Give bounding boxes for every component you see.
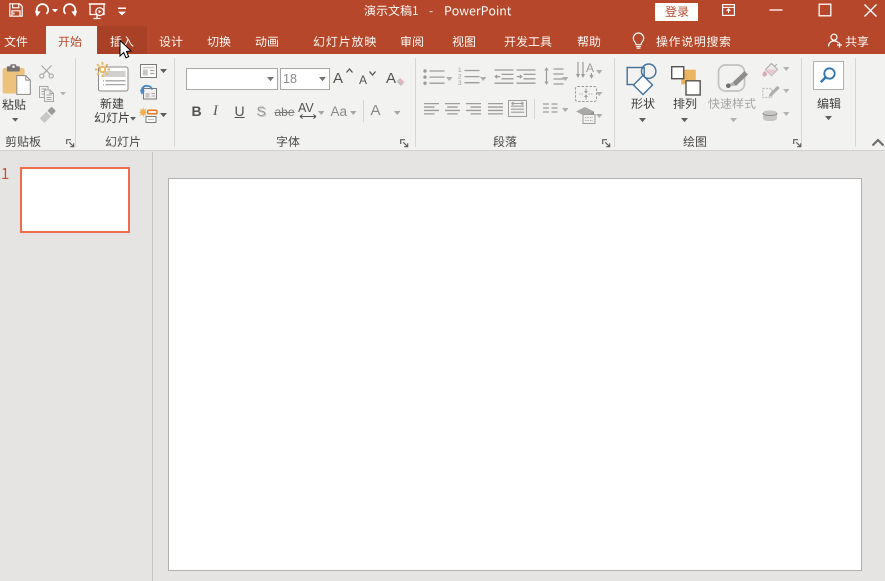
svg-text:AV: AV [298, 102, 314, 115]
svg-text:3: 3 [458, 80, 462, 85]
svg-text:A: A [586, 61, 594, 75]
svg-text:A: A [386, 70, 396, 87]
